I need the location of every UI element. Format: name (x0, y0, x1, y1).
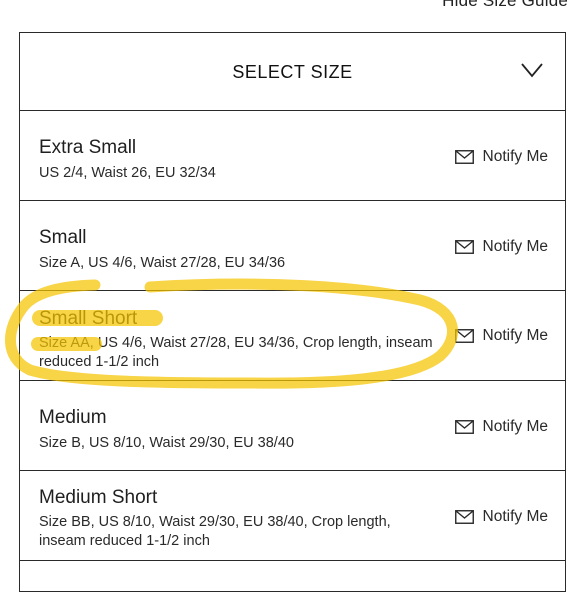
size-description: US 2/4, Waist 26, EU 32/34 (39, 165, 216, 181)
mail-icon (454, 420, 474, 434)
notify-me-label: Notify Me (482, 238, 548, 255)
size-name: Medium Short (39, 487, 158, 508)
size-description: Size A, US 4/6, Waist 27/28, EU 34/36 (39, 255, 286, 271)
size-name: Small Short (39, 308, 138, 329)
size-name: Medium (39, 407, 107, 428)
notify-me-label: Notify Me (482, 418, 548, 435)
chevron-down-icon[interactable] (520, 62, 544, 78)
select-size-dropdown[interactable]: SELECT SIZE (20, 33, 565, 111)
notify-me-button[interactable]: Notify Me (454, 238, 548, 256)
mail-icon (454, 510, 474, 524)
size-description: Size AA, US 4/6, Waist 27/28, EU 34/36, … (39, 335, 433, 370)
size-name: Small (39, 227, 87, 248)
notify-me-button[interactable]: Notify Me (454, 508, 548, 526)
notify-me-label: Notify Me (482, 148, 548, 165)
notify-me-button[interactable]: Notify Me (454, 418, 548, 436)
mail-icon (454, 150, 474, 164)
mail-icon (454, 329, 474, 343)
size-option-medium[interactable]: Medium Size B, US 8/10, Waist 29/30, EU … (20, 381, 565, 471)
select-size-title: SELECT SIZE (232, 62, 353, 82)
mail-icon (454, 240, 474, 254)
notify-me-button[interactable]: Notify Me (454, 148, 548, 166)
size-description: Size BB, US 8/10, Waist 29/30, EU 38/40,… (39, 514, 391, 549)
size-option-medium-short[interactable]: Medium Short Size BB, US 8/10, Waist 29/… (20, 471, 565, 561)
notify-me-label: Notify Me (482, 508, 548, 525)
notify-me-button[interactable]: Notify Me (454, 327, 548, 345)
hide-size-guide-link[interactable]: Hide Size Guide (442, 0, 568, 11)
notify-me-label: Notify Me (482, 327, 548, 344)
size-description: Size B, US 8/10, Waist 29/30, EU 38/40 (39, 435, 294, 451)
size-name: Extra Small (39, 137, 137, 158)
size-option-small-short[interactable]: Small Short Size AA, US 4/6, Waist 27/28… (20, 291, 565, 381)
size-selector-panel: SELECT SIZE Extra Small US 2/4, Waist 26… (19, 32, 566, 592)
size-option-small[interactable]: Small Size A, US 4/6, Waist 27/28, EU 34… (20, 201, 565, 291)
size-option-extra-small[interactable]: Extra Small US 2/4, Waist 26, EU 32/34 N… (20, 111, 565, 201)
